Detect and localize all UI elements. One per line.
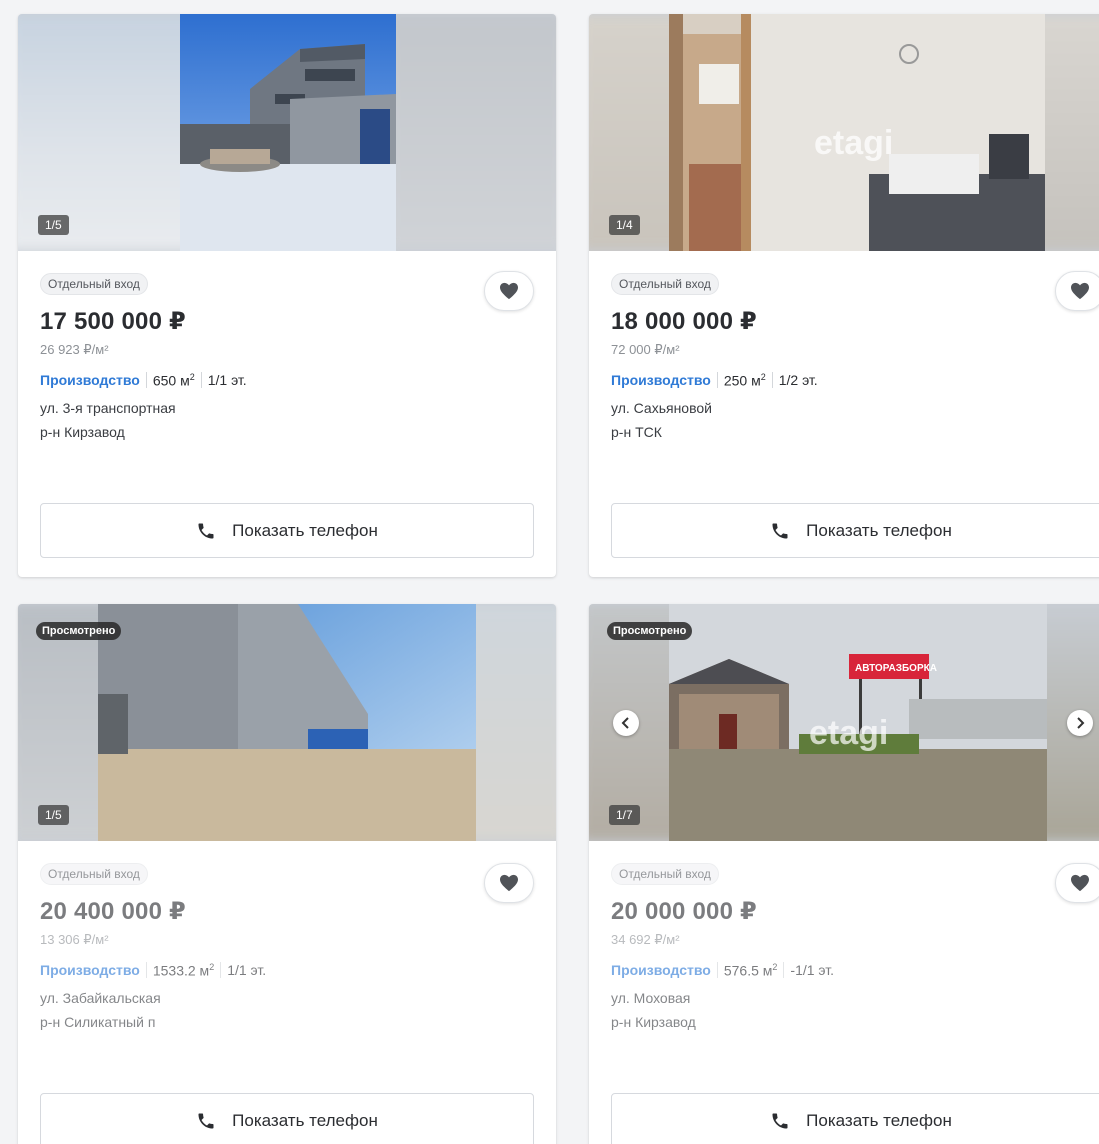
photo-gallery[interactable]: 1/5 [18,14,556,251]
district: р-н Кирзавод [611,1013,696,1030]
divider [771,372,773,389]
photo-gallery[interactable]: etagi 1/4 [589,14,1099,251]
specs-line: Производство 1533.2 м2 1/1 эт. [40,962,534,979]
street-address: ул. Забайкальская [40,989,161,1006]
feature-badge: Отдельный вход [611,273,719,295]
area-value: 250 м2 [723,372,766,389]
feature-badge: Отдельный вход [611,863,719,885]
property-type-link[interactable]: Производство [40,372,140,388]
street-address: ул. Сахьяновой [611,399,712,416]
divider [145,372,147,389]
viewed-badge: Просмотрено [607,622,693,640]
listing-card[interactable]: etagi 1/4 Отдельный вход 18 000 000 ₽ 72… [589,14,1099,577]
favorite-button[interactable] [1055,863,1099,903]
specs-line: Производство 650 м2 1/1 эт. [40,372,534,389]
photo-counter: 1/4 [609,215,640,235]
watermark-text: etagi [814,124,893,162]
price-per-m2: 13 306 ₽/м² [40,932,109,947]
show-phone-label: Показать телефон [232,520,378,540]
district: р-н Кирзавод [40,423,125,440]
heart-icon [500,282,518,300]
heart-icon [1071,282,1089,300]
listing-card[interactable]: Просмотрено 1/5 Отдельный вход 20 400 00… [18,604,556,1144]
price-per-m2: 72 000 ₽/м² [611,342,680,357]
listing-photo [98,604,476,841]
favorite-button[interactable] [484,271,534,311]
gallery-prev-button[interactable] [613,710,639,736]
price: 20 000 000 ₽ [611,898,757,925]
floor-value: 1/1 эт. [227,962,267,979]
show-phone-button[interactable]: Показать телефон [40,503,534,558]
divider [220,962,222,979]
favorite-button[interactable] [484,863,534,903]
listing-photo [180,14,396,251]
district: р-н Силикатный п [40,1013,156,1030]
floor-value: -1/1 эт. [790,962,835,979]
area-value: 650 м2 [152,372,195,389]
photo-gallery[interactable]: Просмотрено 1/5 [18,604,556,841]
divider [783,962,785,979]
listing-photo: АВТОРАЗБОРКА etagi [669,604,1047,841]
photo-gallery[interactable]: АВТОРАЗБОРКА etagi Просмотрено 1/7 [589,604,1099,841]
listing-body: Отдельный вход 17 500 000 ₽ 26 923 ₽/м² … [18,251,556,558]
watermark-text: etagi [809,714,888,752]
sign-text: АВТОРАЗБОРКА [855,663,937,674]
listing-card[interactable]: АВТОРАЗБОРКА etagi Просмотрено 1/7 Отдел… [589,604,1099,1144]
photo-counter: 1/7 [609,805,640,825]
divider [716,372,718,389]
listing-body: Отдельный вход 18 000 000 ₽ 72 000 ₽/м² … [589,251,1099,558]
phone-icon [198,523,214,538]
floor-value: 1/1 эт. [207,372,247,389]
district: р-н ТСК [611,423,662,440]
gallery-next-button[interactable] [1067,710,1093,736]
show-phone-label: Показать телефон [806,1110,952,1130]
street-address: ул. 3-я транспортная [40,399,176,416]
divider [716,962,718,979]
blurred-photo-right [386,14,556,251]
price: 20 400 000 ₽ [40,898,186,925]
photo-counter: 1/5 [38,215,69,235]
property-type-link[interactable]: Производство [611,962,711,978]
listing-photo: etagi [669,14,1045,251]
floor-value: 1/2 эт. [778,372,818,389]
viewed-badge: Просмотрено [36,622,122,640]
feature-badge: Отдельный вход [40,863,148,885]
area-value: 1533.2 м2 [152,962,215,979]
heart-icon [1071,874,1089,892]
show-phone-button[interactable]: Показать телефон [40,1093,534,1144]
property-type-link[interactable]: Производство [40,962,140,978]
price-per-m2: 26 923 ₽/м² [40,342,109,357]
street-address: ул. Моховая [611,989,691,1006]
show-phone-label: Показать телефон [806,520,952,540]
property-type-link[interactable]: Производство [611,372,711,388]
listing-body: Отдельный вход 20 000 000 ₽ 34 692 ₽/м² … [589,841,1099,1032]
chevron-left-icon [621,717,629,729]
photo-counter: 1/5 [38,805,69,825]
listing-body: Отдельный вход 20 400 000 ₽ 13 306 ₽/м² … [18,841,556,1032]
divider [145,962,147,979]
specs-line: Производство 576.5 м2 -1/1 эт. [611,962,1097,979]
price-per-m2: 34 692 ₽/м² [611,932,680,947]
heart-icon [500,874,518,892]
phone-icon [198,1113,214,1128]
favorite-button[interactable] [1055,271,1099,311]
specs-line: Производство 250 м2 1/2 эт. [611,372,1097,389]
price: 17 500 000 ₽ [40,308,186,335]
listing-card[interactable]: 1/5 Отдельный вход 17 500 000 ₽ 26 923 ₽… [18,14,556,577]
phone-icon [772,523,788,538]
price: 18 000 000 ₽ [611,308,757,335]
phone-icon [772,1113,788,1128]
show-phone-button[interactable]: Показать телефон [611,503,1099,558]
chevron-right-icon [1077,717,1085,729]
listing-grid: 1/5 Отдельный вход 17 500 000 ₽ 26 923 ₽… [0,0,1099,1144]
area-value: 576.5 м2 [723,962,778,979]
show-phone-label: Показать телефон [232,1110,378,1130]
show-phone-button[interactable]: Показать телефон [611,1093,1099,1144]
feature-badge: Отдельный вход [40,273,148,295]
divider [200,372,202,389]
